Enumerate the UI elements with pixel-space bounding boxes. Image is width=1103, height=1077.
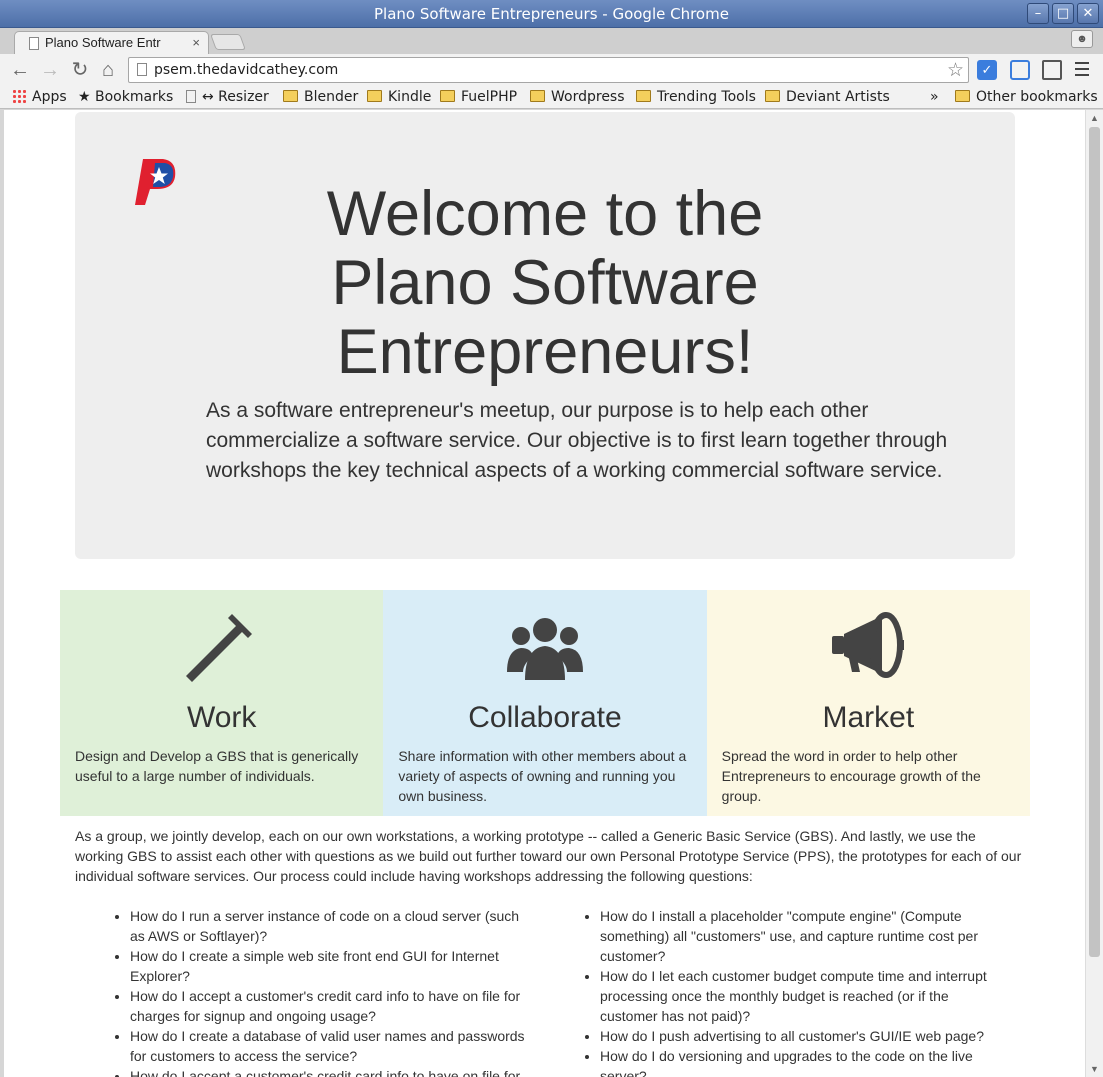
reload-icon[interactable]: ↻ bbox=[68, 58, 92, 82]
question-item: How do I accept a customer's credit card… bbox=[130, 1066, 527, 1077]
bookmarks-overflow-chevron[interactable]: » bbox=[930, 88, 939, 107]
extension-check-icon[interactable]: ✓ bbox=[977, 60, 997, 80]
profile-icon[interactable]: ☻ bbox=[1071, 30, 1093, 48]
hero-title-line: Entrepreneurs! bbox=[336, 317, 754, 387]
folder-icon bbox=[765, 90, 780, 102]
bookmark-resizer[interactable]: ↔ Resizer bbox=[186, 88, 269, 107]
scrollbar-thumb[interactable] bbox=[1089, 127, 1100, 957]
question-item: How do I install a placeholder "compute … bbox=[600, 906, 997, 966]
questions-list: How do I install a placeholder "compute … bbox=[545, 906, 1015, 1077]
folder-icon bbox=[636, 90, 651, 102]
window-title: Plano Software Entrepreneurs - Google Ch… bbox=[374, 5, 729, 23]
folder-icon bbox=[955, 90, 970, 102]
folder-icon bbox=[367, 90, 382, 102]
page-icon bbox=[186, 90, 196, 103]
feature-title: Work bbox=[186, 701, 257, 734]
scroll-down-arrow-icon[interactable]: ▼ bbox=[1090, 1064, 1099, 1074]
tab-label: Plano Software Entr bbox=[45, 35, 161, 50]
question-item: How do I create a database of valid user… bbox=[130, 1026, 527, 1066]
bookmark-trending-tools[interactable]: Trending Tools bbox=[636, 88, 756, 107]
bookmark-star-icon[interactable]: ☆ bbox=[947, 58, 964, 82]
questions-left-column: How do I run a server instance of code o… bbox=[75, 906, 545, 1077]
page-viewport: Welcome to the Plano Software Entreprene… bbox=[4, 110, 1085, 1077]
bookmark-bookmarks[interactable]: ★ Bookmarks bbox=[78, 88, 173, 107]
page-icon bbox=[29, 37, 39, 50]
feature-title: Market bbox=[822, 701, 915, 734]
extension-icon[interactable] bbox=[1010, 60, 1030, 80]
bookmark-other[interactable]: Other bookmarks bbox=[955, 88, 1098, 107]
question-item: How do I create a simple web site front … bbox=[130, 946, 527, 986]
feature-text: Spread the word in order to help other E… bbox=[721, 748, 981, 804]
window-titlebar: Plano Software Entrepreneurs - Google Ch… bbox=[0, 0, 1103, 28]
hero-title-line: Welcome to the bbox=[326, 179, 764, 249]
close-button[interactable]: ✕ bbox=[1077, 3, 1099, 24]
question-item: How do I run a server instance of code o… bbox=[130, 906, 527, 946]
star-icon: ★ bbox=[78, 89, 96, 105]
back-icon[interactable]: ← bbox=[8, 58, 32, 82]
hero-title: Welcome to the Plano Software Entreprene… bbox=[75, 180, 1015, 387]
features-row: Work Design and Develop a GBS that is ge… bbox=[60, 590, 1030, 816]
feature-market: Market Spread the word in order to help … bbox=[706, 590, 1030, 816]
bookmark-deviant-artists[interactable]: Deviant Artists bbox=[765, 88, 890, 107]
bookmarks-bar: Apps ★ Bookmarks ↔ Resizer Blender Kindl… bbox=[0, 86, 1103, 109]
maximize-button[interactable]: □ bbox=[1052, 3, 1074, 24]
feature-text: Design and Develop a GBS that is generic… bbox=[75, 748, 359, 784]
cast-icon[interactable] bbox=[1042, 60, 1062, 80]
bookmark-kindle[interactable]: Kindle bbox=[367, 88, 431, 107]
new-tab-button[interactable] bbox=[210, 34, 246, 50]
feature-work: Work Design and Develop a GBS that is ge… bbox=[60, 590, 384, 816]
menu-icon[interactable] bbox=[1075, 62, 1089, 76]
feature-collaborate: Collaborate Share information with other… bbox=[383, 590, 707, 816]
minimize-button[interactable]: – bbox=[1027, 3, 1049, 24]
folder-icon bbox=[530, 90, 545, 102]
question-item: How do I accept a customer's credit card… bbox=[130, 986, 527, 1026]
address-bar[interactable]: psem.thedavidcathey.com ☆ bbox=[128, 57, 969, 83]
page-icon bbox=[137, 63, 147, 76]
bookmark-apps[interactable]: Apps bbox=[12, 88, 67, 107]
intro-paragraph: As a group, we jointly develop, each on … bbox=[75, 828, 1022, 884]
browser-toolbar: ← → ↻ ⌂ psem.thedavidcathey.com ☆ ✓ bbox=[0, 54, 1103, 86]
browser-tab[interactable]: Plano Software Entr × bbox=[14, 31, 209, 55]
bookmark-fuelphp[interactable]: FuelPHP bbox=[440, 88, 517, 107]
feature-text: Share information with other members abo… bbox=[398, 748, 687, 804]
home-icon[interactable]: ⌂ bbox=[96, 58, 120, 82]
question-item: How do I push advertising to all custome… bbox=[600, 1026, 997, 1046]
bullhorn-icon bbox=[832, 612, 905, 678]
scroll-up-arrow-icon[interactable]: ▲ bbox=[1090, 113, 1099, 123]
hero-title-line: Plano Software bbox=[331, 248, 759, 318]
group-icon bbox=[506, 618, 583, 680]
question-item: How do I do versioning and upgrades to t… bbox=[600, 1046, 997, 1077]
vertical-scrollbar[interactable]: ▲ ▼ bbox=[1085, 110, 1103, 1077]
questions-columns: How do I run a server instance of code o… bbox=[75, 906, 1025, 1077]
feature-title: Collaborate bbox=[468, 701, 622, 734]
hero-lead-text: As a software entrepreneur's meetup, our… bbox=[206, 399, 948, 482]
folder-icon bbox=[283, 90, 298, 102]
hero-jumbotron: Welcome to the Plano Software Entreprene… bbox=[75, 112, 1015, 559]
questions-list: How do I run a server instance of code o… bbox=[75, 906, 545, 1077]
bookmark-wordpress[interactable]: Wordpress bbox=[530, 88, 625, 107]
forward-icon[interactable]: → bbox=[38, 58, 62, 82]
folder-icon bbox=[440, 90, 455, 102]
hammer-icon bbox=[185, 614, 252, 682]
tab-strip: Plano Software Entr × ☻ bbox=[0, 28, 1103, 55]
url-text: psem.thedavidcathey.com bbox=[154, 62, 339, 78]
question-item: How do I let each customer budget comput… bbox=[600, 966, 997, 1026]
bookmark-blender[interactable]: Blender bbox=[283, 88, 358, 107]
tab-close-icon[interactable]: × bbox=[192, 32, 200, 54]
apps-icon bbox=[12, 89, 26, 103]
questions-right-column: How do I install a placeholder "compute … bbox=[545, 906, 1015, 1077]
